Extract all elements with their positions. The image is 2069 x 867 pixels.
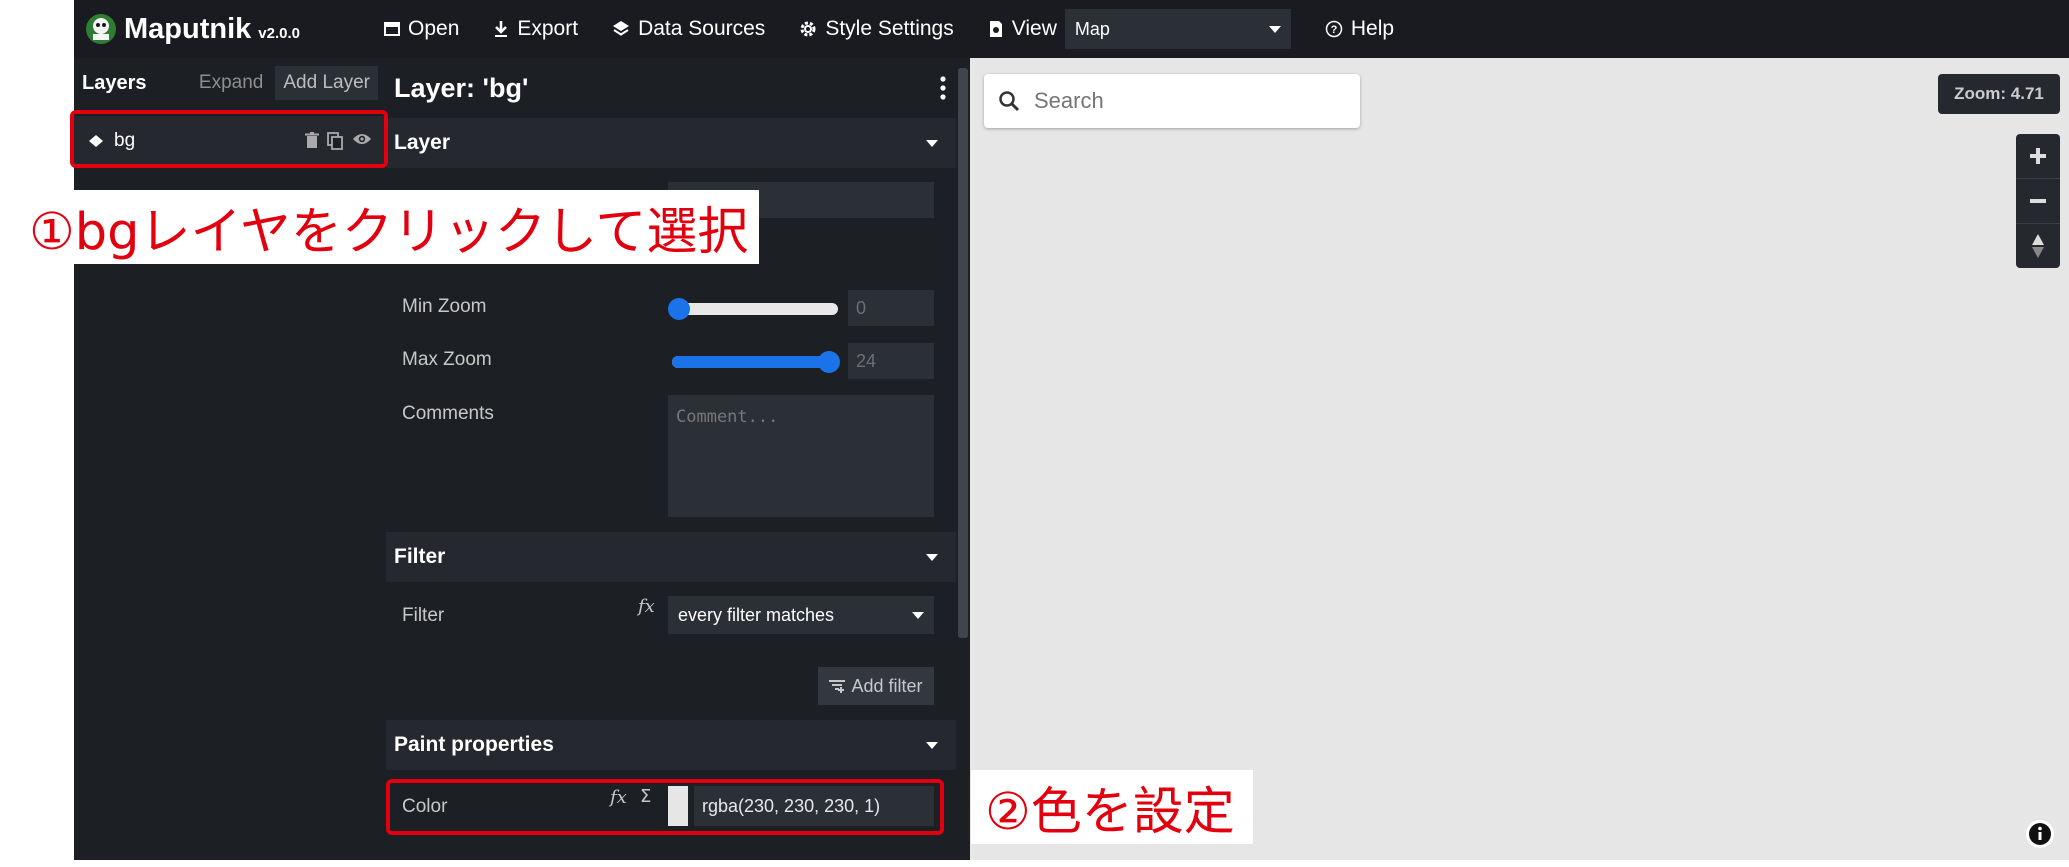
min-zoom-label: Min Zoom: [402, 296, 487, 317]
filter-select-value: every filter matches: [678, 604, 835, 625]
attribution-info-button[interactable]: [2026, 820, 2054, 848]
data-sources-label: Data Sources: [638, 17, 766, 40]
brand-name: Maputnik: [124, 12, 252, 45]
view-icon: [989, 21, 1002, 37]
section-filter[interactable]: Filter: [386, 532, 956, 582]
function-fx-icon[interactable]: fx: [638, 596, 655, 617]
open-label: Open: [408, 17, 460, 40]
brand[interactable]: Maputnik v2.0.0: [84, 12, 384, 46]
search-icon: [999, 91, 1020, 112]
minus-icon: [2030, 199, 2046, 203]
chevron-down-icon: [912, 611, 924, 619]
add-filter-label: Add filter: [851, 675, 923, 696]
max-zoom-thumb[interactable]: [818, 351, 840, 373]
view-select[interactable]: Map: [1064, 9, 1291, 49]
info-icon: [2029, 823, 2051, 845]
svg-text:?: ?: [1330, 24, 1337, 36]
chevron-down-icon: [926, 553, 938, 561]
chevron-down-icon: [1268, 25, 1281, 33]
view-button[interactable]: View: [988, 17, 1057, 41]
expand-button[interactable]: Expand: [191, 66, 271, 100]
open-icon: [384, 22, 400, 36]
help-button[interactable]: ? Help: [1325, 17, 1394, 41]
style-settings-button[interactable]: Style Settings: [799, 17, 954, 41]
min-zoom-track: [672, 303, 838, 315]
section-paint-title: Paint properties: [394, 733, 554, 756]
min-zoom-input[interactable]: 0: [848, 290, 934, 326]
section-layer-title: Layer: [394, 131, 451, 154]
editor-scrollbar[interactable]: [956, 58, 970, 860]
add-filter-icon: [829, 680, 846, 693]
export-button[interactable]: Export: [493, 17, 578, 41]
export-label: Export: [517, 17, 579, 40]
help-label: Help: [1350, 17, 1395, 40]
highlight-color-row: [386, 779, 944, 835]
max-zoom-label: Max Zoom: [402, 349, 492, 370]
reset-bearing-button[interactable]: [2016, 224, 2060, 268]
add-filter-button[interactable]: Add filter: [818, 667, 934, 705]
toolbar: Maputnik v2.0.0 Open Export Data Sources…: [74, 0, 2069, 58]
brand-version: v2.0.0: [258, 25, 300, 42]
zoom-out-button[interactable]: [2016, 179, 2060, 224]
zoom-in-button[interactable]: [2016, 134, 2060, 179]
min-zoom-thumb[interactable]: [668, 298, 690, 320]
layers-icon: [613, 21, 630, 36]
filter-label: Filter: [402, 605, 445, 626]
data-sources-button[interactable]: Data Sources: [612, 17, 765, 41]
style-settings-label: Style Settings: [825, 17, 954, 40]
chevron-down-icon: [926, 741, 938, 749]
annotation-step2: ②色を設定: [971, 770, 1253, 844]
comments-textarea[interactable]: Comment...: [668, 395, 934, 517]
layer-editor-title: Layer: 'bg': [394, 72, 529, 103]
max-zoom-value: 24: [856, 350, 877, 371]
more-options-icon[interactable]: [938, 75, 948, 101]
zoom-level-badge: Zoom: 4.71: [1938, 74, 2060, 114]
layer-editor-panel: Layer: 'bg' Layer nd Min Zoom 0 Max Zoom…: [386, 58, 956, 860]
help-icon: ?: [1325, 20, 1343, 38]
chevron-down-icon: [926, 139, 938, 147]
view-select-value: Map: [1074, 18, 1110, 39]
annotation-step1: ①bgレイヤをクリックして選択: [29, 190, 759, 264]
gear-icon: [800, 21, 816, 37]
map-view[interactable]: Search Zoom: 4.71: [970, 58, 2069, 860]
search-placeholder: Search: [1034, 88, 1104, 113]
compass-icon: [2032, 234, 2044, 258]
editor-scroll-thumb[interactable]: [958, 68, 968, 638]
highlight-bg-layer: [70, 110, 388, 168]
section-layer[interactable]: Layer: [386, 118, 956, 168]
max-zoom-fill: [672, 356, 838, 368]
max-zoom-input[interactable]: 24: [848, 343, 934, 379]
layer-editor-header: Layer: 'bg': [386, 58, 956, 118]
map-search-box[interactable]: Search: [984, 74, 1360, 128]
filter-select[interactable]: every filter matches: [668, 596, 934, 634]
comments-label: Comments: [402, 403, 494, 424]
open-button[interactable]: Open: [384, 17, 459, 41]
layer-list-title: Layers: [82, 71, 147, 94]
plus-icon: [2030, 148, 2046, 164]
view-label: View: [1011, 17, 1057, 40]
min-zoom-value: 0: [856, 297, 867, 318]
section-filter-title: Filter: [394, 545, 446, 568]
add-layer-button[interactable]: Add Layer: [275, 66, 378, 100]
layer-list-header: Layers Expand Add Layer: [74, 58, 386, 108]
comments-placeholder: Comment...: [676, 407, 779, 427]
map-zoom-controls: [2016, 134, 2060, 268]
download-icon: [495, 21, 508, 37]
layer-list-panel: Layers Expand Add Layer bg: [74, 58, 386, 860]
section-paint-properties[interactable]: Paint properties: [386, 720, 956, 770]
maputnik-logo-icon: [86, 14, 116, 44]
